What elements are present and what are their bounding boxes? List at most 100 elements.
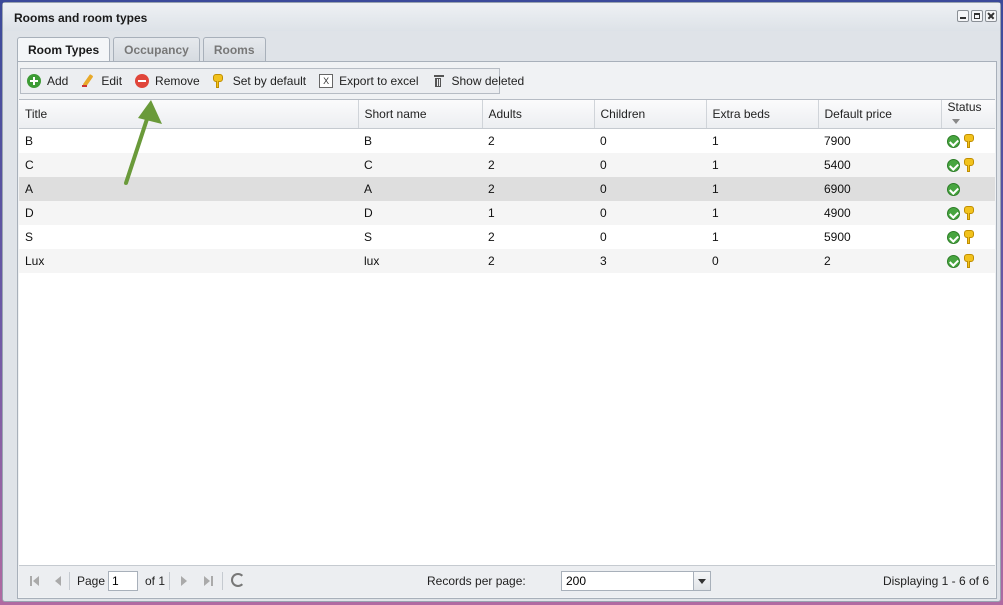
table-row[interactable]: A A 2 0 1 6900: [19, 177, 995, 201]
remove-label: Remove: [155, 74, 200, 88]
records-per-page-select[interactable]: 200: [561, 571, 711, 591]
cell-default-price: 7900: [824, 134, 851, 148]
title-bar: Rooms and room types: [3, 3, 1000, 31]
export-label: Export to excel: [339, 74, 419, 88]
tab-occupancy[interactable]: Occupancy: [113, 37, 200, 62]
cell-default-price: 5400: [818, 153, 941, 177]
cell-adults: 1: [482, 201, 594, 225]
set-default-label: Set by default: [232, 74, 307, 88]
check-icon: [947, 206, 960, 220]
records-per-page-value: 200: [566, 574, 587, 588]
edit-button[interactable]: Edit: [81, 74, 122, 88]
table-row[interactable]: C C 2 0 1 5400: [19, 153, 995, 177]
check-icon: [947, 182, 960, 196]
column-header-children[interactable]: Children: [594, 100, 707, 129]
key-icon[interactable]: [964, 158, 974, 172]
column-header-adults[interactable]: Adults: [482, 100, 595, 129]
cell-extra-beds: 1: [706, 201, 818, 225]
cell-short-name: D: [358, 201, 482, 225]
first-page-icon[interactable]: [29, 575, 41, 587]
cell-extra-beds: 0: [706, 249, 818, 273]
window-title: Rooms and room types: [14, 11, 148, 25]
cell-title: A: [19, 177, 358, 201]
page-label: Page: [77, 574, 106, 588]
table-row[interactable]: Lux lux 2 3 0 2: [19, 249, 995, 273]
key-icon[interactable]: [964, 206, 974, 220]
add-icon: [27, 74, 41, 88]
last-page-icon[interactable]: [201, 575, 213, 587]
add-label: Add: [47, 74, 69, 88]
displaying-status: Displaying 1 - 6 of 6: [882, 574, 989, 588]
cell-extra-beds: 1: [712, 230, 719, 244]
maximize-icon[interactable]: [971, 10, 983, 22]
cell-status: [941, 249, 995, 273]
cell-title: S: [25, 230, 34, 244]
cell-children: 0: [594, 177, 706, 201]
divider: [169, 572, 170, 590]
show-deleted-button[interactable]: Show deleted: [432, 74, 525, 88]
edit-label: Edit: [101, 74, 123, 88]
check-icon: [947, 134, 960, 148]
minimize-icon[interactable]: [957, 10, 969, 22]
cell-short-name: A: [358, 177, 482, 201]
cell-adults: 2: [482, 249, 594, 273]
key-icon: [212, 74, 227, 88]
records-per-page-label: Records per page:: [427, 574, 526, 588]
cell-adults: 2: [482, 153, 594, 177]
table-row[interactable]: B B 2 0 1 7900: [19, 129, 995, 154]
cell-children: 0: [600, 134, 607, 148]
column-header-short-name[interactable]: Short name: [358, 100, 483, 129]
cell-short-name: S: [364, 230, 373, 244]
check-icon: [947, 158, 960, 172]
cell-default-price: 5900: [824, 230, 851, 244]
tab-room-types[interactable]: Room Types: [17, 37, 111, 63]
set-default-button[interactable]: Set by default: [212, 74, 307, 88]
excel-icon: X: [319, 74, 334, 88]
previous-page-icon[interactable]: [51, 575, 63, 587]
check-icon: [947, 230, 960, 244]
cell-default-price: 2: [818, 249, 941, 273]
column-header-default-price[interactable]: Default price: [818, 100, 942, 129]
toolbar: Add Edit Remove Set by default X Export …: [20, 68, 524, 94]
cell-short-name: lux: [358, 249, 482, 273]
key-icon[interactable]: [964, 254, 974, 268]
cell-extra-beds: 1: [712, 134, 719, 148]
chevron-down-icon[interactable]: [693, 572, 710, 590]
cell-children: 0: [600, 230, 607, 244]
show-deleted-label: Show deleted: [451, 74, 525, 88]
status-header-label: Status: [947, 100, 982, 114]
remove-button[interactable]: Remove: [135, 74, 200, 88]
cell-children: 3: [594, 249, 706, 273]
remove-icon: [135, 74, 150, 88]
cell-adults: 2: [482, 177, 594, 201]
key-icon[interactable]: [964, 230, 974, 244]
cell-status: [941, 129, 995, 154]
tab-rooms[interactable]: Rooms: [202, 37, 266, 62]
cell-default-price: 6900: [818, 177, 941, 201]
cell-children: 0: [594, 201, 706, 225]
check-icon: [947, 254, 960, 268]
room-types-panel: Add Edit Remove Set by default X Export …: [17, 61, 997, 599]
cell-short-name: B: [364, 134, 373, 148]
cell-extra-beds: 1: [706, 153, 818, 177]
page-number-input[interactable]: 1: [108, 571, 138, 591]
export-excel-button[interactable]: X Export to excel: [319, 74, 419, 88]
key-icon[interactable]: [964, 134, 974, 148]
cell-adults: 2: [488, 134, 495, 148]
cell-short-name: C: [358, 153, 482, 177]
cell-extra-beds: 1: [706, 177, 818, 201]
table-row[interactable]: D D 1 0 1 4900: [19, 201, 995, 225]
next-page-icon[interactable]: [178, 575, 190, 587]
divider: [69, 572, 70, 590]
cell-title: C: [19, 153, 358, 177]
cell-adults: 2: [488, 230, 495, 244]
table-row[interactable]: S S 2 0 1 5900: [19, 225, 995, 249]
add-button[interactable]: Add: [27, 74, 68, 88]
close-icon[interactable]: [985, 10, 997, 22]
cell-status: [941, 177, 995, 201]
refresh-icon[interactable]: [231, 573, 245, 587]
pencil-icon: [81, 74, 95, 88]
column-header-status[interactable]: Status: [941, 100, 995, 129]
column-header-extra-beds[interactable]: Extra beds: [706, 100, 819, 129]
column-header-title[interactable]: Title: [19, 100, 359, 129]
